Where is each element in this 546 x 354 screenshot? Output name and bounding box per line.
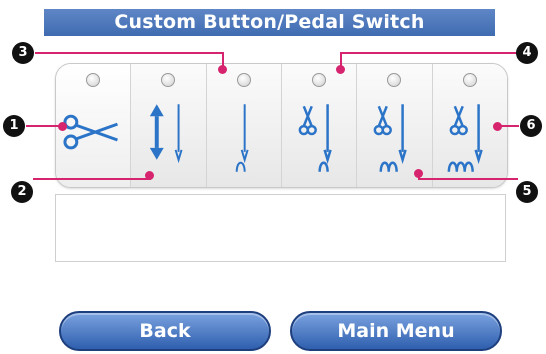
needle-down-icon (235, 104, 249, 172)
callout-line-5 (418, 178, 518, 180)
callout-badge-6: 6 (520, 115, 542, 137)
callout-dot-1 (58, 122, 67, 131)
callout-line-4 (340, 52, 518, 54)
indicator-led (462, 73, 477, 87)
indicator-led (387, 73, 402, 87)
callout-badge-5: 5 (516, 181, 538, 203)
callout-badge-3: 3 (12, 42, 34, 64)
callout-dot-4 (336, 65, 345, 74)
main-menu-button[interactable]: Main Menu (290, 311, 502, 351)
option-needle-up-down[interactable] (131, 64, 207, 187)
thread-cutter-icon (298, 104, 332, 172)
indicator-led (86, 73, 101, 87)
callout-line-3 (35, 52, 223, 54)
indicator-led (161, 73, 176, 87)
needle-up-down-icon (150, 104, 183, 164)
page-title: Custom Button/Pedal Switch (44, 9, 495, 36)
indicator-led (312, 73, 327, 87)
scissors-icon (63, 114, 118, 150)
option-thread-cutter-reverse[interactable] (357, 64, 433, 187)
callout-dot-2 (145, 171, 154, 180)
option-needle-down[interactable] (206, 64, 282, 187)
back-button[interactable]: Back (59, 311, 271, 351)
callout-badge-4: 4 (516, 42, 538, 64)
callout-dot-6 (493, 122, 502, 131)
callout-line-2 (33, 178, 151, 180)
callout-badge-1: 1 (3, 115, 25, 137)
option-thread-cutter[interactable] (281, 64, 358, 187)
info-box (55, 194, 506, 262)
callout-dot-5 (414, 169, 423, 178)
option-button-group (55, 63, 508, 188)
callout-line-1 (26, 125, 62, 127)
thread-cutter-triple-icon (447, 104, 483, 172)
indicator-led (236, 73, 251, 87)
callout-dot-3 (218, 65, 227, 74)
option-scissors[interactable] (56, 64, 132, 187)
callout-badge-2: 2 (11, 181, 33, 203)
